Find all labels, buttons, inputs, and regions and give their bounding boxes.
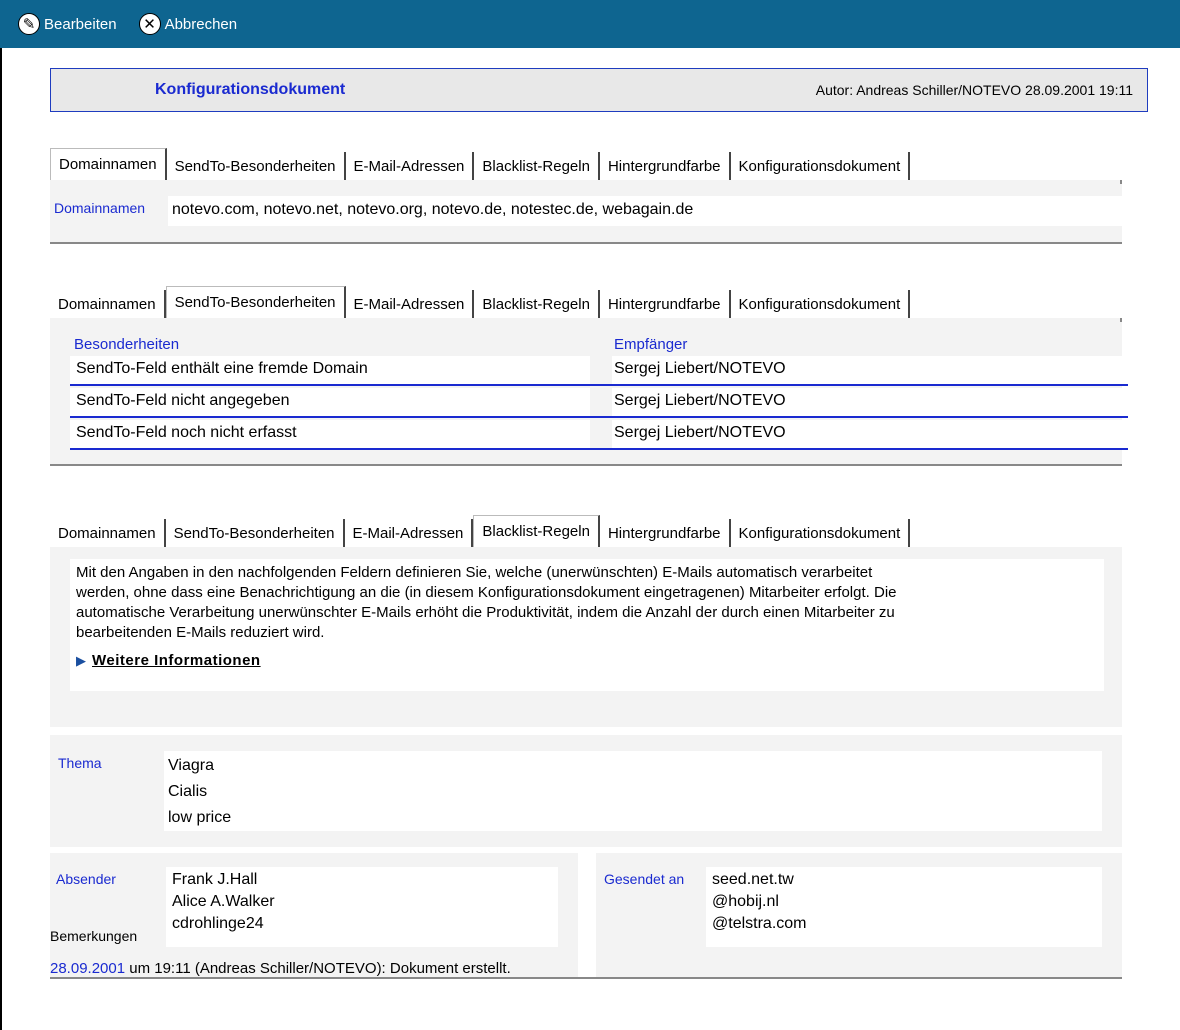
thema-field: Viagra Cialis low price xyxy=(164,751,1102,831)
thema-box: Thema Viagra Cialis low price xyxy=(50,735,1122,847)
absender-box: Absender Frank J.Hall Alice A.Walker cdr… xyxy=(50,853,578,977)
empfaenger-header: Empfänger xyxy=(614,336,688,353)
absender-field: Frank J.Hall Alice A.Walker cdrohlinge24 xyxy=(166,867,558,947)
gesendet-field: seed.net.tw @hobij.nl @telstra.com xyxy=(706,867,1102,947)
sendto-panel: Besonderheiten Empfänger SendTo-Feld ent… xyxy=(50,318,1128,466)
tab-konfigurationsdokument[interactable]: Konfigurationsdokument xyxy=(731,519,911,547)
recipient-cell: Sergej Liebert/NOTEVO xyxy=(612,420,1128,448)
info-line: Mit den Angaben in den nachfolgenden Fel… xyxy=(76,564,873,581)
edit-button-label: Bearbeiten xyxy=(44,15,117,33)
pencil-icon: ✎ xyxy=(18,13,40,35)
divider xyxy=(50,977,1122,979)
tab-sendto[interactable]: SendTo-Besonderheiten xyxy=(165,286,346,318)
info-box: Mit den Angaben in den nachfolgenden Fel… xyxy=(50,547,1122,727)
thema-value: low price xyxy=(168,809,232,826)
domains-panel: Domainnamen notevo.com, notevo.net, note… xyxy=(50,180,1128,244)
tab-email-adressen[interactable]: E-Mail-Adressen xyxy=(345,519,474,547)
gesendet-label: Gesendet an xyxy=(604,871,685,887)
blacklist-section: Domainnamen SendTo-Besonderheiten E-Mail… xyxy=(50,513,1122,1029)
tab-bar: Domainnamen SendTo-Besonderheiten E-Mail… xyxy=(50,284,1122,318)
domains-field: notevo.com, notevo.net, notevo.org, note… xyxy=(168,196,1128,226)
tab-email-adressen[interactable]: E-Mail-Adressen xyxy=(346,152,475,180)
tab-bar: Domainnamen SendTo-Besonderheiten E-Mail… xyxy=(50,513,1122,547)
close-icon: ✕ xyxy=(138,13,161,35)
recipient-cell: Sergej Liebert/NOTEVO xyxy=(612,388,1128,416)
tab-konfigurationsdokument[interactable]: Konfigurationsdokument xyxy=(731,290,911,318)
tab-konfigurationsdokument[interactable]: Konfigurationsdokument xyxy=(731,152,911,180)
remarks-entry: 28.09.2001 um 19:11 (Andreas Schiller/NO… xyxy=(50,960,511,977)
tab-domainnamen[interactable]: Domainnamen xyxy=(50,290,166,318)
info-line: werden, ohne dass eine Benachrichtigung … xyxy=(76,584,897,601)
cancel-button[interactable]: ✕ Abbrechen xyxy=(138,13,238,35)
tab-sendto[interactable]: SendTo-Besonderheiten xyxy=(166,519,345,547)
blacklist-panel: Mit den Angaben in den nachfolgenden Fel… xyxy=(50,547,1122,1029)
info-line: bearbeitenden E-Mails reduziert wird. xyxy=(76,624,325,641)
absender-value: Frank J.Hall xyxy=(172,871,258,888)
thema-label: Thema xyxy=(58,755,102,771)
sendto-section: Domainnamen SendTo-Besonderheiten E-Mail… xyxy=(50,284,1128,466)
tab-hintergrundfarbe[interactable]: Hintergrundfarbe xyxy=(600,290,731,318)
tab-blacklist[interactable]: Blacklist-Regeln xyxy=(474,152,600,180)
info-text: Mit den Angaben in den nachfolgenden Fel… xyxy=(70,559,1104,691)
cancel-button-label: Abbrechen xyxy=(164,15,238,33)
thema-value: Cialis xyxy=(168,783,208,800)
triangle-right-icon: ▶ xyxy=(76,653,86,668)
remarks-date-link[interactable]: 28.09.2001 xyxy=(50,960,125,977)
gesendet-value: @telstra.com xyxy=(712,915,807,932)
case-cell: SendTo-Feld enthält eine fremde Domain xyxy=(70,356,590,384)
domains-label: Domainnamen xyxy=(54,200,146,216)
tab-blacklist[interactable]: Blacklist-Regeln xyxy=(474,290,600,318)
table-row: SendTo-Feld enthält eine fremde Domain S… xyxy=(70,356,1128,386)
remarks-label: Bemerkungen xyxy=(50,928,138,944)
gesendet-box: Gesendet an seed.net.tw @hobij.nl @telst… xyxy=(596,853,1122,977)
tab-hintergrundfarbe[interactable]: Hintergrundfarbe xyxy=(600,519,731,547)
table-row: SendTo-Feld nicht angegeben Sergej Liebe… xyxy=(70,388,1128,418)
remarks-text: um 19:11 (Andreas Schiller/NOTEVO): Doku… xyxy=(125,960,511,977)
case-cell: SendTo-Feld nicht angegeben xyxy=(70,388,590,416)
tab-hintergrundfarbe[interactable]: Hintergrundfarbe xyxy=(600,152,731,180)
case-cell: SendTo-Feld noch nicht erfasst xyxy=(70,420,590,448)
gesendet-value: @hobij.nl xyxy=(712,893,779,910)
tab-domainnamen[interactable]: Domainnamen xyxy=(50,148,167,180)
thema-value: Viagra xyxy=(168,757,214,774)
absender-value: Alice A.Walker xyxy=(172,893,275,910)
document-frame: Konfigurationsdokument Autor: Andreas Sc… xyxy=(0,48,1180,1030)
page-title: Konfigurationsdokument xyxy=(155,81,346,98)
tab-domainnamen[interactable]: Domainnamen xyxy=(50,519,166,547)
info-line: automatische Verarbeitung unerwünschter … xyxy=(76,604,895,621)
absender-value: cdrohlinge24 xyxy=(172,915,264,932)
document-header: Konfigurationsdokument Autor: Andreas Sc… xyxy=(50,68,1148,112)
gesendet-value: seed.net.tw xyxy=(712,871,794,888)
tab-email-adressen[interactable]: E-Mail-Adressen xyxy=(346,290,475,318)
action-toolbar: ✎ Bearbeiten ✕ Abbrechen xyxy=(0,0,1180,48)
domains-section: Domainnamen SendTo-Besonderheiten E-Mail… xyxy=(50,146,1128,244)
absender-label: Absender xyxy=(56,871,116,887)
besonderheiten-header: Besonderheiten xyxy=(74,336,180,353)
more-info-label: Weitere Informationen xyxy=(92,652,261,669)
tab-sendto[interactable]: SendTo-Besonderheiten xyxy=(167,152,346,180)
author-info: Autor: Andreas Schiller/NOTEVO 28.09.200… xyxy=(815,82,1133,98)
table-row: SendTo-Feld noch nicht erfasst Sergej Li… xyxy=(70,420,1128,450)
edit-button[interactable]: ✎ Bearbeiten xyxy=(18,13,117,35)
recipient-cell: Sergej Liebert/NOTEVO xyxy=(612,356,1128,384)
tab-bar: Domainnamen SendTo-Besonderheiten E-Mail… xyxy=(50,146,1122,180)
tab-blacklist[interactable]: Blacklist-Regeln xyxy=(473,515,600,547)
more-info-link[interactable]: ▶ Weitere Informationen xyxy=(76,651,1098,671)
